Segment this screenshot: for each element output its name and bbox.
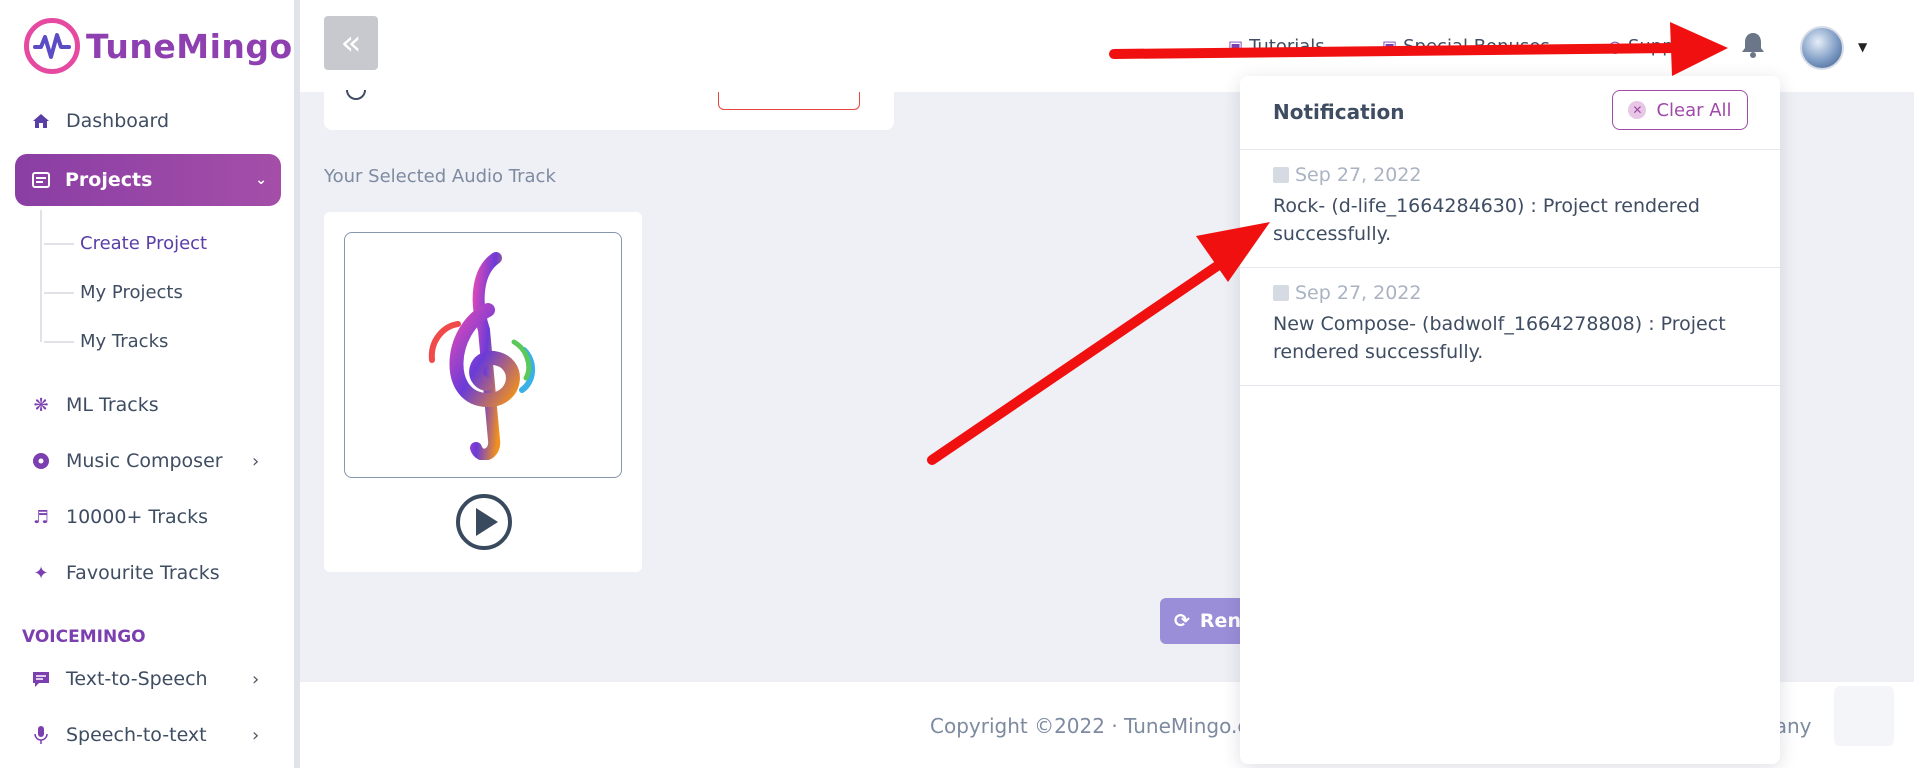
logo-mark-icon — [24, 18, 80, 74]
atom-icon: ❋ — [33, 394, 49, 416]
sidebar-subitem-label: Create Project — [80, 233, 208, 254]
user-avatar[interactable] — [1800, 26, 1844, 70]
close-circle-icon: ✕ — [1628, 101, 1647, 119]
sidebar-item-dashboard[interactable]: Dashboard — [30, 110, 169, 132]
sidebar-item-label: Speech-to-text — [66, 724, 207, 746]
sidebar-item-label: Favourite Tracks — [66, 562, 220, 584]
notification-message: New Compose- (badwolf_1664278808) : Proj… — [1273, 313, 1726, 363]
notification-date-text: Sep 27, 2022 — [1295, 282, 1422, 304]
clear-all-label: Clear All — [1656, 99, 1732, 121]
sidebar: TuneMingo Dashboard Projects ⌄ Create Pr… — [0, 0, 300, 768]
audio-track-heading: Your Selected Audio Track — [324, 166, 556, 187]
notification-date-text: Sep 27, 2022 — [1295, 164, 1422, 186]
sidebar-item-label: Music Composer — [66, 450, 223, 472]
sidebar-item-label: 10000+ Tracks — [66, 506, 209, 528]
arrow-to-notification — [927, 222, 1270, 465]
sidebar-subitem-my-tracks[interactable]: My Tracks — [44, 331, 168, 352]
sidebar-item-music-composer[interactable]: Music Composer › — [30, 450, 259, 472]
disc-icon — [30, 450, 52, 472]
toplink-special-bonuses[interactable]: ▣ Special Bonuses — [1382, 36, 1550, 57]
calendar-icon — [1273, 167, 1289, 183]
sidebar-item-ml-tracks[interactable]: ❋ ML Tracks — [30, 394, 159, 416]
sidebar-item-projects[interactable]: Projects ⌄ — [15, 154, 281, 206]
radio-icon — [346, 90, 366, 100]
chevron-right-icon: › — [252, 724, 260, 746]
gift-icon: ▣ — [1382, 37, 1398, 56]
sidebar-item-favourite-tracks[interactable]: ✦ Favourite Tracks — [30, 562, 220, 584]
project-card-partial — [324, 90, 894, 130]
notification-bell-icon[interactable] — [1740, 30, 1766, 60]
list-icon — [31, 170, 51, 190]
chat-icon — [30, 668, 52, 690]
play-icon — [476, 508, 498, 536]
logo[interactable]: TuneMingo — [24, 18, 293, 74]
microphone-icon — [30, 724, 52, 746]
home-icon — [30, 110, 52, 132]
toplink-label: Supp — [1627, 36, 1674, 57]
clear-all-button[interactable]: ✕ Clear All — [1612, 90, 1748, 130]
notification-item[interactable]: Sep 27, 2022 Rock- (d-life_1664284630) :… — [1240, 150, 1780, 268]
double-chevron-left-icon: « — [340, 23, 362, 63]
notification-date: Sep 27, 2022 — [1273, 282, 1747, 304]
toplink-tutorials[interactable]: ▣ Tutorials — [1228, 36, 1325, 57]
subnav-tick — [44, 242, 74, 245]
play-button[interactable] — [456, 494, 512, 550]
toplink-label: Special Bonuses — [1403, 36, 1550, 57]
refresh-icon: ⟳ — [1174, 610, 1190, 632]
notification-message: Rock- (d-life_1664284630) : Project rend… — [1273, 195, 1700, 245]
app-name: TuneMingo — [86, 26, 293, 66]
scroll-to-top-button[interactable] — [1834, 686, 1894, 746]
toplink-label: Tutorials — [1249, 36, 1325, 57]
chevron-down-icon: ⌄ — [255, 172, 267, 188]
sidebar-item-text-to-speech[interactable]: Text-to-Speech › — [30, 668, 259, 690]
partial-outline-button[interactable] — [718, 92, 860, 110]
playlist-icon: ♬ — [32, 506, 50, 528]
notification-header: Notification ✕ Clear All — [1240, 76, 1780, 150]
notification-item[interactable]: Sep 27, 2022 New Compose- (badwolf_16642… — [1240, 268, 1780, 386]
support-icon: ◉ — [1608, 37, 1622, 56]
subnav-tick — [44, 291, 74, 294]
notification-dropdown: Notification ✕ Clear All Sep 27, 2022 Ro… — [1240, 76, 1780, 764]
section-label-voicemingo: VOICEMINGO — [22, 627, 146, 647]
sidebar-item-label: Projects — [65, 169, 153, 191]
sidebar-subitem-create-project[interactable]: Create Project — [44, 233, 207, 254]
sidebar-item-10000-tracks[interactable]: ♬ 10000+ Tracks — [30, 506, 208, 528]
gift-icon: ▣ — [1228, 37, 1244, 56]
notification-date: Sep 27, 2022 — [1273, 164, 1747, 186]
chevron-right-icon: › — [252, 668, 260, 690]
calendar-icon — [1273, 285, 1289, 301]
chevron-right-icon: › — [252, 450, 260, 472]
sidebar-subitem-label: My Projects — [80, 282, 183, 303]
star-icon: ✦ — [33, 562, 49, 584]
audio-track-card — [324, 212, 642, 572]
sidebar-item-label: Text-to-Speech — [66, 668, 208, 690]
subnav-tick — [44, 340, 74, 343]
sidebar-item-label: Dashboard — [66, 110, 170, 132]
sidebar-subitem-label: My Tracks — [80, 331, 169, 352]
sidebar-subitem-my-projects[interactable]: My Projects — [44, 282, 183, 303]
toplink-support[interactable]: ◉ Supp — [1608, 36, 1674, 57]
sidebar-item-speech-to-text[interactable]: Speech-to-text › — [30, 724, 259, 746]
subnav-line — [40, 210, 42, 342]
collapse-sidebar-button[interactable]: « — [324, 16, 378, 70]
caret-down-icon[interactable]: ▼ — [1858, 40, 1867, 54]
render-button-label: Ren — [1199, 610, 1241, 632]
treble-clef-image — [344, 232, 622, 478]
notification-title: Notification — [1273, 100, 1405, 124]
footer-copyright: Copyright ©2022 · TuneMingo.c — [930, 714, 1249, 738]
sidebar-item-label: ML Tracks — [66, 394, 159, 416]
